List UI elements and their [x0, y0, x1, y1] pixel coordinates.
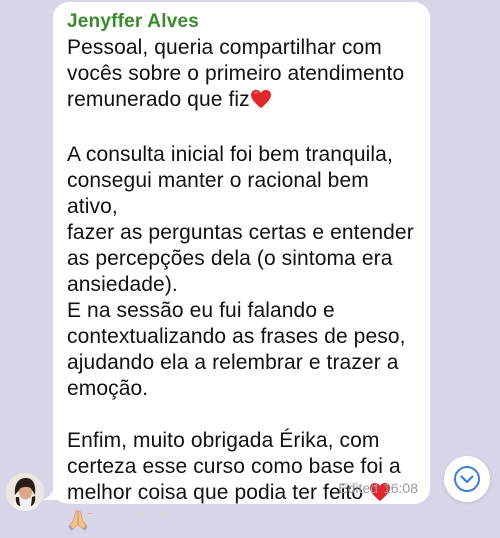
text-line: remunerado que fiz	[67, 87, 418, 116]
text-line: A consulta inicial foi bem tranquila,	[67, 143, 393, 166]
text-line: vocês sobre o primeiro atendimento	[67, 62, 405, 85]
text-line: ansiedade).	[67, 273, 178, 296]
text-line: Enfim, muito obrigada Érika, com	[67, 429, 380, 452]
text-line: Pessoal, queria compartilhar com	[67, 36, 382, 59]
next-message-reactions	[74, 506, 194, 514]
text-line: contextualizando as frases de peso,	[67, 325, 406, 348]
sender-avatar[interactable]	[6, 473, 44, 511]
text-line: ajudando ela a relembrar e trazer a	[67, 351, 399, 374]
reaction-icons	[77, 513, 168, 514]
message-time: 16:08	[382, 480, 418, 496]
text-line: as percepções dela (o sintoma era	[67, 247, 393, 270]
message-bubble[interactable]: Jenyffer Alves Pessoal, queria compartil…	[53, 2, 430, 531]
chevron-down-circle-icon	[454, 466, 480, 492]
sender-name[interactable]: Jenyffer Alves	[67, 11, 418, 33]
message-meta: Edited 16:08	[338, 480, 418, 496]
text-line: E na sessão eu fui falando e	[67, 299, 335, 322]
text-line: fazer as perguntas certas e entender	[67, 221, 414, 244]
red-heart-emoji	[250, 89, 272, 116]
edited-label: Edited	[338, 480, 378, 496]
text-line: emoção.	[67, 377, 149, 400]
text-line: consegui manter o racional bem ativo,	[67, 169, 369, 218]
paragraph-1: Pessoal, queria compartilhar com vocês s…	[67, 35, 418, 116]
scroll-to-bottom-button[interactable]	[444, 456, 490, 502]
paragraph-2: A consulta inicial foi bem tranquila, co…	[67, 142, 418, 402]
message-text: Pessoal, queria compartilhar com vocês s…	[67, 35, 418, 538]
text-line: certeza esse curso como base foi a	[67, 455, 401, 478]
